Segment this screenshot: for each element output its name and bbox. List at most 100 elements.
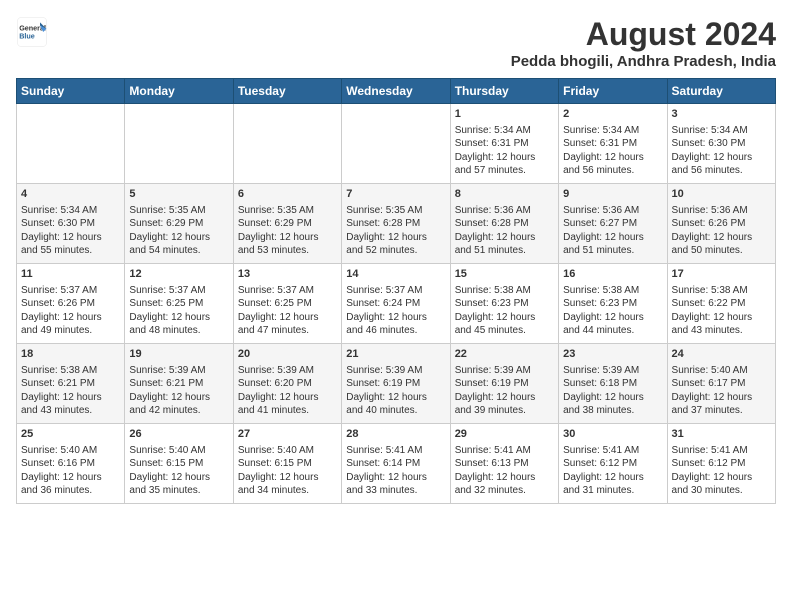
day-number: 13: [238, 267, 337, 282]
day-number: 24: [672, 347, 771, 362]
day-info: Daylight: 12 hours: [455, 151, 554, 165]
day-number: 19: [129, 347, 228, 362]
day-info: Sunset: 6:16 PM: [21, 457, 120, 471]
calendar-day-cell: 16Sunrise: 5:38 AMSunset: 6:23 PMDayligh…: [559, 264, 667, 344]
day-number: 8: [455, 187, 554, 202]
day-info: and 40 minutes.: [346, 404, 445, 418]
day-info: Sunrise: 5:41 AM: [346, 444, 445, 458]
day-info: Sunrise: 5:34 AM: [563, 124, 662, 138]
day-number: 29: [455, 427, 554, 442]
day-info: Daylight: 12 hours: [346, 391, 445, 405]
day-info: and 52 minutes.: [346, 244, 445, 258]
day-info: Daylight: 12 hours: [672, 391, 771, 405]
calendar-week-row: 4Sunrise: 5:34 AMSunset: 6:30 PMDaylight…: [17, 184, 776, 264]
day-info: Sunset: 6:23 PM: [563, 297, 662, 311]
day-number: 4: [21, 187, 120, 202]
calendar-day-cell: 5Sunrise: 5:35 AMSunset: 6:29 PMDaylight…: [125, 184, 233, 264]
weekday-header: Sunday: [17, 79, 125, 104]
day-info: and 51 minutes.: [455, 244, 554, 258]
calendar-day-cell: 13Sunrise: 5:37 AMSunset: 6:25 PMDayligh…: [233, 264, 341, 344]
day-info: Sunrise: 5:36 AM: [563, 204, 662, 218]
logo: General Blue: [16, 16, 48, 48]
day-info: Daylight: 12 hours: [563, 391, 662, 405]
day-info: Sunrise: 5:36 AM: [672, 204, 771, 218]
day-number: 9: [563, 187, 662, 202]
day-number: 11: [21, 267, 120, 282]
day-info: Sunset: 6:19 PM: [455, 377, 554, 391]
day-info: Sunrise: 5:35 AM: [346, 204, 445, 218]
day-info: and 39 minutes.: [455, 404, 554, 418]
day-number: 17: [672, 267, 771, 282]
calendar-day-cell: 10Sunrise: 5:36 AMSunset: 6:26 PMDayligh…: [667, 184, 775, 264]
day-number: 10: [672, 187, 771, 202]
day-info: Sunset: 6:30 PM: [21, 217, 120, 231]
day-number: 27: [238, 427, 337, 442]
calendar-day-cell: 4Sunrise: 5:34 AMSunset: 6:30 PMDaylight…: [17, 184, 125, 264]
day-number: 30: [563, 427, 662, 442]
day-info: and 30 minutes.: [672, 484, 771, 498]
day-info: Daylight: 12 hours: [672, 151, 771, 165]
day-info: Sunrise: 5:39 AM: [563, 364, 662, 378]
day-info: Sunset: 6:20 PM: [238, 377, 337, 391]
day-info: and 45 minutes.: [455, 324, 554, 338]
day-info: Daylight: 12 hours: [346, 471, 445, 485]
weekday-header: Friday: [559, 79, 667, 104]
day-info: Sunrise: 5:34 AM: [455, 124, 554, 138]
day-number: 5: [129, 187, 228, 202]
day-info: Sunrise: 5:40 AM: [238, 444, 337, 458]
day-info: and 55 minutes.: [21, 244, 120, 258]
day-info: Sunset: 6:28 PM: [346, 217, 445, 231]
day-info: and 48 minutes.: [129, 324, 228, 338]
day-info: Sunrise: 5:39 AM: [238, 364, 337, 378]
weekday-header: Wednesday: [342, 79, 450, 104]
day-info: Sunset: 6:17 PM: [672, 377, 771, 391]
day-info: and 37 minutes.: [672, 404, 771, 418]
day-number: 31: [672, 427, 771, 442]
day-info: Daylight: 12 hours: [238, 231, 337, 245]
day-info: and 54 minutes.: [129, 244, 228, 258]
calendar-day-cell: 29Sunrise: 5:41 AMSunset: 6:13 PMDayligh…: [450, 424, 558, 504]
day-info: Sunrise: 5:41 AM: [455, 444, 554, 458]
calendar-week-row: 11Sunrise: 5:37 AMSunset: 6:26 PMDayligh…: [17, 264, 776, 344]
day-number: 28: [346, 427, 445, 442]
day-number: 16: [563, 267, 662, 282]
calendar-day-cell: [125, 104, 233, 184]
svg-text:Blue: Blue: [19, 31, 35, 40]
day-info: and 43 minutes.: [21, 404, 120, 418]
day-number: 6: [238, 187, 337, 202]
calendar-day-cell: 30Sunrise: 5:41 AMSunset: 6:12 PMDayligh…: [559, 424, 667, 504]
day-info: Daylight: 12 hours: [563, 471, 662, 485]
day-info: Sunset: 6:26 PM: [21, 297, 120, 311]
calendar-week-row: 1Sunrise: 5:34 AMSunset: 6:31 PMDaylight…: [17, 104, 776, 184]
day-number: 26: [129, 427, 228, 442]
day-number: 2: [563, 107, 662, 122]
day-info: Sunset: 6:21 PM: [129, 377, 228, 391]
day-info: and 53 minutes.: [238, 244, 337, 258]
calendar-day-cell: 15Sunrise: 5:38 AMSunset: 6:23 PMDayligh…: [450, 264, 558, 344]
day-info: Sunrise: 5:35 AM: [129, 204, 228, 218]
day-info: and 33 minutes.: [346, 484, 445, 498]
calendar-day-cell: 20Sunrise: 5:39 AMSunset: 6:20 PMDayligh…: [233, 344, 341, 424]
day-info: Daylight: 12 hours: [455, 391, 554, 405]
day-info: Sunrise: 5:40 AM: [21, 444, 120, 458]
day-info: Daylight: 12 hours: [563, 311, 662, 325]
calendar-table: SundayMondayTuesdayWednesdayThursdayFrid…: [16, 78, 776, 504]
day-info: Sunset: 6:23 PM: [455, 297, 554, 311]
day-info: Daylight: 12 hours: [672, 311, 771, 325]
day-info: Sunrise: 5:37 AM: [346, 284, 445, 298]
day-info: Daylight: 12 hours: [129, 311, 228, 325]
day-info: Sunrise: 5:37 AM: [21, 284, 120, 298]
day-number: 18: [21, 347, 120, 362]
day-info: Sunset: 6:19 PM: [346, 377, 445, 391]
day-info: Sunrise: 5:39 AM: [129, 364, 228, 378]
day-info: Sunset: 6:31 PM: [563, 137, 662, 151]
day-info: and 36 minutes.: [21, 484, 120, 498]
day-info: Sunrise: 5:37 AM: [238, 284, 337, 298]
day-info: and 56 minutes.: [563, 164, 662, 178]
day-info: Sunrise: 5:36 AM: [455, 204, 554, 218]
day-info: and 32 minutes.: [455, 484, 554, 498]
day-info: Daylight: 12 hours: [563, 151, 662, 165]
calendar-day-cell: 1Sunrise: 5:34 AMSunset: 6:31 PMDaylight…: [450, 104, 558, 184]
page-header: General Blue August 2024 Pedda bhogili, …: [16, 16, 776, 70]
day-info: Daylight: 12 hours: [21, 231, 120, 245]
